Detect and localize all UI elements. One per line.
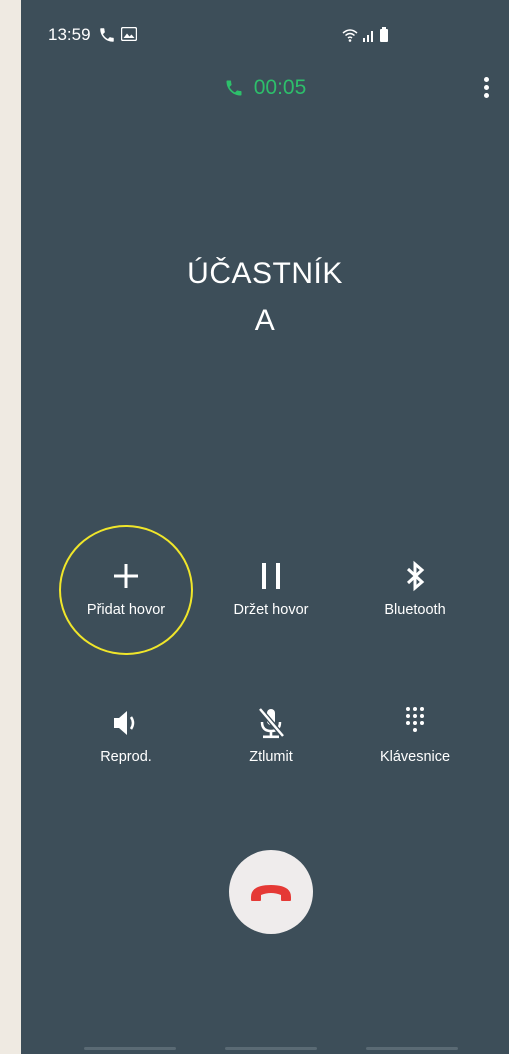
status-bar: 13:59 <box>21 22 509 48</box>
nav-indicator <box>366 1047 458 1050</box>
speaker-button[interactable]: Reprod. <box>61 703 191 803</box>
contact-name: ÚČASTNÍK A <box>21 250 509 344</box>
keypad-icon <box>406 707 424 732</box>
end-call-icon <box>251 885 291 901</box>
gallery-icon <box>121 27 137 41</box>
end-call-button[interactable] <box>229 850 313 934</box>
keypad-label: Klávesnice <box>379 749 451 765</box>
signal-icon <box>363 31 373 42</box>
call-screen: 13:59 00:05 ÚČASTNÍK A Přidat hovor Drže… <box>21 0 509 1054</box>
status-right-icons <box>342 27 388 42</box>
keypad-button[interactable]: Klávesnice <box>350 703 480 803</box>
hold-label: Držet hovor <box>233 602 309 618</box>
add-call-label: Přidat hovor <box>86 602 166 618</box>
active-call-icon <box>226 80 242 96</box>
battery-icon <box>380 27 388 42</box>
add-call-button[interactable]: Přidat hovor <box>61 556 191 656</box>
nav-indicator <box>225 1047 317 1050</box>
speaker-label: Reprod. <box>100 749 152 765</box>
bluetooth-label: Bluetooth <box>384 602 446 618</box>
pause-icon <box>262 563 280 589</box>
speaker-icon <box>114 711 135 735</box>
bluetooth-icon <box>406 560 425 592</box>
status-time: 13:59 <box>48 25 91 44</box>
contact-name-line1: ÚČASTNÍK <box>187 257 343 290</box>
call-duration: 00:05 <box>253 76 307 99</box>
nav-indicator <box>84 1047 176 1050</box>
plus-icon <box>114 564 138 588</box>
mute-label: Ztlumit <box>249 749 293 765</box>
navigation-bar <box>21 1040 509 1054</box>
mute-button[interactable]: Ztlumit <box>206 703 336 803</box>
contact-name-line2: A <box>254 304 276 337</box>
mic-off-icon <box>258 707 285 739</box>
phone-icon <box>100 28 114 42</box>
hold-button[interactable]: Držet hovor <box>206 556 336 656</box>
call-timer: 00:05 <box>21 76 509 106</box>
bluetooth-button[interactable]: Bluetooth <box>350 556 480 656</box>
wifi-icon <box>342 29 358 39</box>
more-options-icon[interactable] <box>481 77 491 103</box>
